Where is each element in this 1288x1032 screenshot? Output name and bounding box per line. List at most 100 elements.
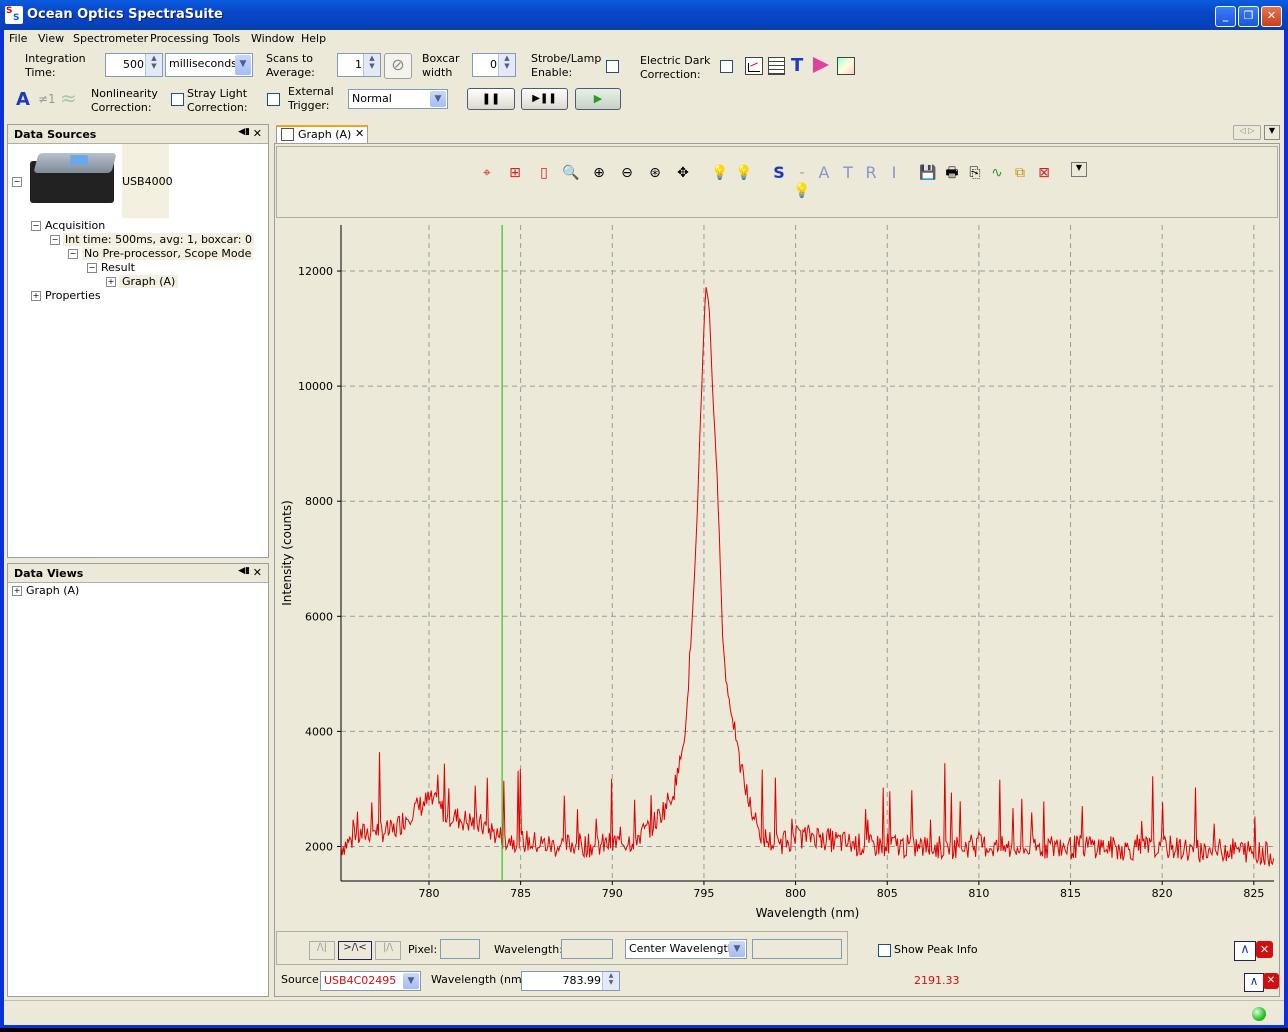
menu-view[interactable]: View	[38, 32, 64, 45]
integration-unit-select[interactable]: milliseconds ▼	[165, 53, 253, 77]
chevron-down-icon[interactable]: ▼	[403, 973, 419, 989]
scans-stepper[interactable]: 1 ▲ ▼	[337, 53, 381, 77]
tab-menu-icon[interactable]: ▼	[1264, 125, 1280, 140]
wavelength-nm-stepper[interactable]: 783.99 ▲ ▼	[521, 971, 620, 991]
view-graph[interactable]: Graph (A)	[26, 584, 79, 597]
overlay-icon[interactable]: ∿	[988, 164, 1006, 182]
restore-icon[interactable]: ❐	[1238, 6, 1259, 27]
absorbance-mode-icon[interactable]: A	[815, 164, 833, 182]
spinner-arrows-icon[interactable]: ▲ ▼	[363, 54, 380, 76]
save-icon[interactable]: 💾	[919, 164, 937, 182]
collapse-icon[interactable]: −	[12, 177, 22, 187]
electric-dark-checkbox[interactable]	[720, 60, 733, 73]
center-wavelength-select[interactable]: Center Wavelength ▼	[625, 939, 747, 959]
zoom-vertical-icon[interactable]: ▯	[535, 164, 553, 182]
expand-icon[interactable]: +	[106, 277, 116, 287]
color-view-icon[interactable]	[813, 57, 829, 73]
expand-icon[interactable]: +	[12, 586, 22, 596]
stray-light-checkbox[interactable]	[267, 93, 280, 106]
absolute-mode-icon[interactable]: A	[16, 89, 30, 110]
toolbar-menu-icon[interactable]: ▼	[1071, 162, 1087, 177]
bulb-on-icon[interactable]: 💡	[735, 164, 753, 182]
chevron-down-icon[interactable]: ▼	[430, 91, 446, 107]
nonlinearity-checkbox[interactable]	[171, 93, 184, 106]
overlay-graph-icon[interactable]	[837, 57, 855, 75]
strobe-checkbox[interactable]	[606, 60, 619, 73]
dark-store-icon[interactable]: -💡	[793, 164, 811, 199]
spinner-arrows-icon[interactable]: ▲ ▼	[145, 54, 162, 76]
spectrum-plot[interactable]: 780 785 790 795 800 805 810 815 820 825 2000 4000 60…	[276, 222, 1278, 928]
print-icon[interactable]: 🖶	[943, 164, 961, 182]
pause-button[interactable]: ❚❚	[467, 88, 515, 110]
minimize-icon[interactable]: _	[1215, 6, 1236, 27]
spinner-arrows-icon[interactable]: ▲ ▼	[602, 972, 619, 990]
center-wavelength-field[interactable]	[752, 939, 842, 959]
zoom-in-icon[interactable]: ⊕	[590, 164, 608, 182]
zoom-out-icon[interactable]: ⊖	[618, 164, 636, 182]
menu-spectrometer[interactable]: Spectrometer	[73, 32, 148, 45]
close-icon[interactable]: ✕	[355, 127, 364, 140]
zoom-reset-icon[interactable]: ⊛	[646, 164, 664, 182]
pan-icon[interactable]: ✥	[674, 164, 692, 182]
trigger-select[interactable]: Normal ▼	[348, 89, 448, 109]
tree-graph[interactable]: Graph (A)	[119, 275, 179, 288]
expand-icon[interactable]: +	[31, 291, 41, 301]
collapse-icon[interactable]: −	[68, 249, 78, 259]
remove-icon[interactable]: ✕	[1263, 973, 1279, 989]
reflection-mode-icon[interactable]: R	[862, 164, 880, 182]
pin-icon[interactable]: ◀▮	[238, 127, 250, 137]
tree-acquisition[interactable]: Acquisition	[45, 219, 105, 232]
boxcar-stepper[interactable]: 0 ▲ ▼	[472, 53, 516, 77]
tree-properties[interactable]: Properties	[45, 289, 101, 302]
prev-peak-icon[interactable]: /\|	[309, 941, 335, 960]
next-peak-icon[interactable]: |/\	[375, 941, 401, 960]
bulb-off-icon[interactable]: 💡	[711, 164, 729, 182]
collapse-icon[interactable]: −	[87, 263, 97, 273]
menu-tools[interactable]: Tools	[213, 32, 240, 45]
tree-preprocessor[interactable]: No Pre-processor, Scope Mode	[82, 247, 254, 260]
wavelength-field[interactable]	[561, 939, 613, 959]
nonlinearity-icon[interactable]: ≠1	[38, 92, 56, 106]
scope-mode-icon[interactable]: S	[770, 164, 788, 182]
peak-icon[interactable]: ∧	[1234, 941, 1256, 961]
menu-help[interactable]: Help	[301, 32, 326, 45]
chevron-down-icon[interactable]: ▼	[235, 55, 251, 75]
close-icon[interactable]: ✕	[253, 566, 262, 579]
close-icon[interactable]: ✕	[253, 127, 262, 140]
copy-icon[interactable]: ⎘	[966, 164, 984, 182]
show-peak-info-checkbox[interactable]	[878, 944, 891, 957]
device-name[interactable]: USB4000	[122, 175, 173, 188]
delete-overlay-icon[interactable]: ⊠	[1035, 164, 1053, 182]
table-view-icon[interactable]	[768, 57, 785, 75]
source-select[interactable]: USB4C02495 ▼	[320, 971, 421, 991]
tab-graph-a[interactable]: Graph (A) ✕	[276, 125, 368, 143]
collapse-icon[interactable]: −	[31, 221, 41, 231]
remove-icon[interactable]: ✕	[1256, 941, 1273, 958]
tree-int-time[interactable]: Int time: 500ms, avg: 1, boxcar: 0	[63, 233, 254, 246]
stop-averaging-icon[interactable]: ⊘	[384, 53, 412, 79]
collapse-icon[interactable]: −	[50, 235, 60, 245]
pin-icon[interactable]: ◀▮	[238, 566, 250, 576]
pixel-field[interactable]	[440, 939, 480, 959]
menu-window[interactable]: Window	[251, 32, 294, 45]
spinner-arrows-icon[interactable]: ▲ ▼	[498, 54, 515, 76]
graph-view-icon[interactable]	[745, 57, 763, 75]
tree-result[interactable]: Result	[101, 261, 135, 274]
wave-icon[interactable]: ≈	[60, 86, 77, 110]
zoom-box-icon[interactable]: ⊞	[506, 164, 524, 182]
play-button[interactable]: ▶	[575, 88, 621, 110]
peak-find-icon[interactable]: >/\<	[338, 941, 372, 960]
zoom-fit-icon[interactable]: 🔍	[562, 164, 580, 182]
close-icon[interactable]: ✕	[1261, 6, 1282, 27]
text-view-icon[interactable]: T	[791, 55, 803, 76]
integration-time-stepper[interactable]: 500 ▲ ▼	[105, 53, 163, 77]
menu-file[interactable]: File	[9, 32, 27, 45]
irradiance-mode-icon[interactable]: I	[885, 164, 903, 182]
step-button[interactable]: ▶❚❚	[521, 88, 568, 110]
tab-scroll-icon[interactable]: ◁ ▷	[1233, 125, 1261, 140]
menu-processing[interactable]: Processing	[150, 32, 209, 45]
export-icon[interactable]: ⧉	[1011, 164, 1029, 182]
transmission-mode-icon[interactable]: T	[839, 164, 857, 182]
crosshair-icon[interactable]: ⌖	[478, 164, 496, 182]
peak-icon[interactable]: ∧	[1244, 973, 1264, 992]
